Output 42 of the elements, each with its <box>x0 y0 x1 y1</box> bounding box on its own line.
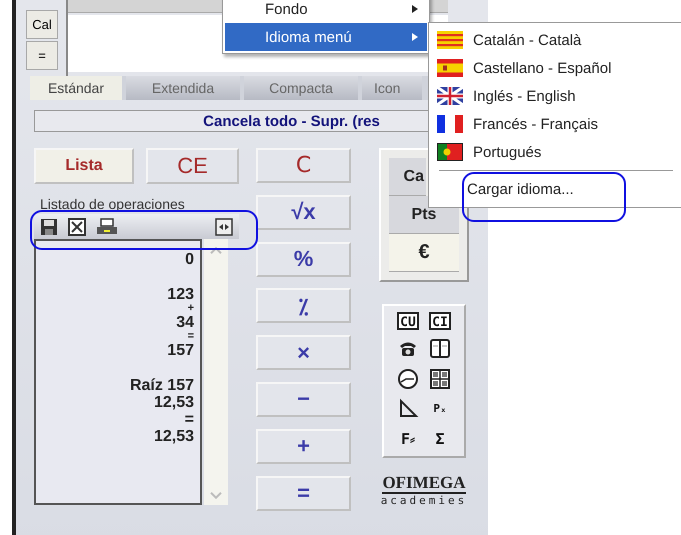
tool-button[interactable]: Σ <box>435 428 445 450</box>
operator-button[interactable]: − <box>256 382 351 417</box>
menu-item[interactable]: Fondo <box>225 0 427 23</box>
list-line: 12,53 <box>154 428 194 445</box>
menu-item[interactable]: Castellano - Español <box>473 60 612 76</box>
menu-label: Fondo <box>265 0 309 18</box>
menu-item[interactable]: Inglés - English <box>473 88 576 104</box>
side-button[interactable]: = <box>26 41 58 70</box>
tool-button[interactable]: CI <box>429 312 451 330</box>
operator-button[interactable]: = <box>256 476 351 511</box>
key-button[interactable]: CE <box>146 148 239 184</box>
group-label: Listado de operaciones <box>39 196 186 212</box>
menu-item[interactable]: Portugués <box>473 144 542 160</box>
operator-button[interactable]: + <box>256 428 351 464</box>
tool-button[interactable]: F⸗ <box>400 428 416 450</box>
tool-button[interactable]: CU <box>397 312 419 330</box>
menu-item[interactable]: Idioma menú <box>225 23 427 51</box>
list-line: = <box>188 331 194 342</box>
menu-item[interactable]: Cargar idioma... <box>467 180 574 198</box>
currency-button[interactable]: Ca <box>389 158 426 196</box>
list-line: Raíz 157 <box>130 377 194 394</box>
menu-item[interactable]: Catalán - Català <box>473 32 582 48</box>
tab[interactable]: Estándar <box>30 76 122 100</box>
list-line: 157 <box>167 342 194 359</box>
operator-button[interactable]: C <box>256 148 351 183</box>
operator-button[interactable]: % <box>256 242 351 277</box>
operator-button[interactable]: √x <box>256 194 351 230</box>
tool-button[interactable]: Pₓ <box>433 398 447 420</box>
operator-button[interactable]: ⁒ <box>256 288 351 324</box>
list-line: 34 <box>176 314 194 331</box>
list-line: 123 <box>167 286 194 303</box>
currency-button[interactable]: € <box>389 234 459 272</box>
side-button[interactable]: Cal <box>26 10 58 39</box>
key-button[interactable]: Lista <box>34 148 134 184</box>
logo-tagline: academies <box>380 494 468 507</box>
list-line: = <box>184 411 194 428</box>
menu-label: Idioma menú <box>265 28 353 46</box>
logo-name: OFIMEGA <box>382 474 466 494</box>
list-line: + <box>188 303 194 314</box>
list-line: 12,53 <box>154 394 194 411</box>
operator-button[interactable]: × <box>256 335 351 370</box>
list-line: 0 <box>185 251 194 268</box>
